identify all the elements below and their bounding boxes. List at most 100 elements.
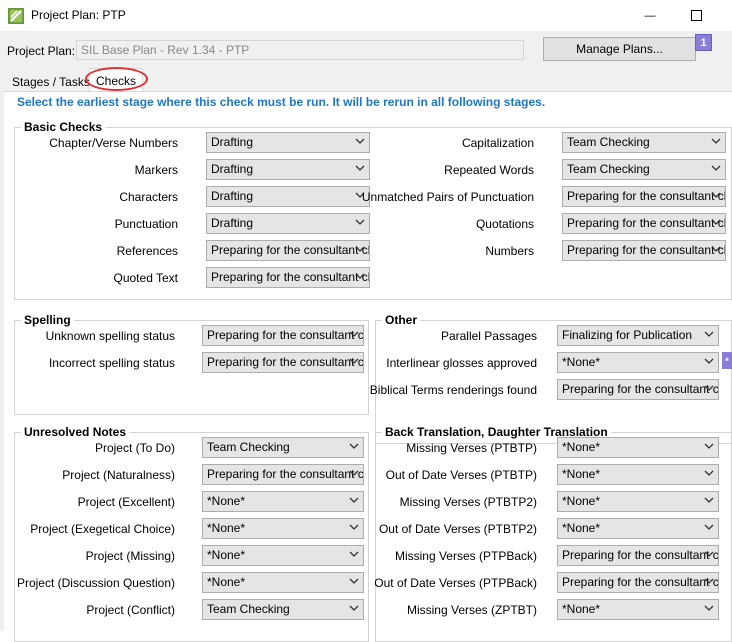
stage-dropdown-value: Preparing for the consultant c: [562, 382, 719, 396]
check-label: Characters: [119, 190, 178, 204]
minimize-icon: —: [644, 9, 656, 22]
chevron-down-icon: [349, 443, 359, 449]
maximize-button[interactable]: [673, 0, 719, 31]
chevron-down-icon: [704, 605, 714, 611]
stage-dropdown-value: *None*: [562, 602, 601, 616]
project-plan-label: Project Plan:: [7, 44, 76, 58]
chevron-down-icon: [704, 470, 714, 476]
check-label: Project (Missing): [85, 549, 175, 563]
stage-dropdown[interactable]: *None*: [202, 491, 364, 512]
stage-dropdown-value: Team Checking: [567, 135, 650, 149]
check-label: Project (Naturalness): [62, 468, 175, 482]
stage-dropdown[interactable]: Team Checking: [562, 159, 726, 180]
stage-dropdown[interactable]: *None*: [557, 599, 719, 620]
stage-dropdown-value: Finalizing for Publication: [562, 328, 693, 342]
stage-dropdown[interactable]: Team Checking: [202, 599, 364, 620]
stage-dropdown-value: *None*: [562, 467, 601, 481]
stage-dropdown[interactable]: Preparing for the consultant c: [202, 352, 364, 373]
check-label: Markers: [134, 163, 178, 177]
stage-dropdown-value: Drafting: [211, 189, 254, 203]
chevron-down-icon: [711, 192, 721, 198]
check-label: Capitalization: [461, 136, 534, 150]
stage-dropdown-value: Drafting: [211, 135, 254, 149]
project-plan-icon: [8, 8, 24, 24]
chevron-down-icon: [704, 331, 714, 337]
stage-dropdown-value: *None*: [562, 355, 601, 369]
chevron-down-icon: [349, 524, 359, 530]
checks-panel: Select the earliest stage where this che…: [4, 91, 732, 642]
chevron-down-icon: [349, 551, 359, 557]
check-label: Out of Date Verses (PTPBack): [374, 576, 537, 590]
chevron-down-icon: [355, 246, 365, 252]
tab-stages-tasks[interactable]: Stages / Tasks: [8, 72, 94, 92]
stage-dropdown[interactable]: *None*: [202, 518, 364, 539]
stage-dropdown[interactable]: Preparing for the consultant cl: [206, 240, 370, 261]
spelling-title: Spelling: [21, 313, 74, 327]
chevron-down-icon: [711, 219, 721, 225]
check-label: Repeated Words: [444, 163, 534, 177]
stage-dropdown[interactable]: *None*: [202, 545, 364, 566]
stage-dropdown[interactable]: *None*: [557, 437, 719, 458]
stage-dropdown[interactable]: Preparing for the consultant cl: [206, 267, 370, 288]
minimize-button[interactable]: —: [627, 0, 673, 31]
stage-dropdown[interactable]: Preparing for the consultant c: [557, 572, 719, 593]
check-label: Out of Date Verses (PTBTP2): [378, 522, 537, 536]
check-label: Incorrect spelling status: [48, 356, 175, 370]
stage-dropdown[interactable]: Drafting: [206, 186, 370, 207]
stage-dropdown[interactable]: Preparing for the consultant cl: [562, 213, 726, 234]
check-label: Project (Conflict): [86, 603, 175, 617]
chevron-down-icon: [704, 497, 714, 503]
check-label: Unknown spelling status: [45, 329, 175, 343]
chevron-down-icon: [349, 497, 359, 503]
stage-dropdown-value: Drafting: [211, 162, 254, 176]
stage-dropdown[interactable]: *None*: [557, 491, 719, 512]
stage-dropdown-value: Preparing for the consultant c: [562, 575, 719, 589]
manage-plans-button[interactable]: Manage Plans...: [543, 37, 696, 61]
stage-dropdown-value: Preparing for the consultant cl: [211, 243, 370, 257]
chevron-down-icon: [704, 551, 714, 557]
chevron-down-icon: [704, 524, 714, 530]
stage-dropdown-value: *None*: [207, 521, 246, 535]
stage-dropdown[interactable]: Preparing for the consultant cl: [562, 186, 726, 207]
stage-dropdown[interactable]: Drafting: [206, 213, 370, 234]
stage-dropdown[interactable]: *None*: [557, 352, 719, 373]
stage-dropdown[interactable]: *None*: [557, 518, 719, 539]
stage-dropdown[interactable]: Preparing for the consultant c: [202, 464, 364, 485]
stage-dropdown[interactable]: Team Checking: [562, 132, 726, 153]
stage-dropdown-value: Team Checking: [207, 602, 290, 616]
stage-dropdown[interactable]: Finalizing for Publication: [557, 325, 719, 346]
instruction-text: Select the earliest stage where this che…: [17, 95, 546, 109]
chevron-down-icon: [711, 246, 721, 252]
stage-dropdown-value: *None*: [562, 521, 601, 535]
stage-dropdown-value: *None*: [207, 494, 246, 508]
check-label: Missing Verses (PTBTP): [406, 441, 537, 455]
chevron-down-icon: [711, 138, 721, 144]
check-label: Project (Excellent): [77, 495, 175, 509]
stage-dropdown[interactable]: Preparing for the consultant c: [557, 545, 719, 566]
stage-dropdown[interactable]: Preparing for the consultant cl: [562, 240, 726, 261]
stage-dropdown[interactable]: Drafting: [206, 159, 370, 180]
stage-dropdown[interactable]: Preparing for the consultant c: [202, 325, 364, 346]
stage-dropdown[interactable]: Team Checking: [202, 437, 364, 458]
basic-checks-group: Basic Checks Chapter/Verse Numbers Drafti…: [14, 120, 732, 300]
stage-dropdown[interactable]: *None*: [557, 464, 719, 485]
stage-dropdown-value: Team Checking: [567, 162, 650, 176]
check-label: Quoted Text: [113, 271, 179, 285]
chevron-down-icon: [355, 165, 365, 171]
stage-dropdown-value: Preparing for the consultant c: [207, 355, 364, 369]
stage-dropdown-value: Preparing for the consultant cl: [567, 216, 726, 230]
back-translation-group: Back Translation, Daughter Translation M…: [374, 425, 732, 642]
stage-dropdown[interactable]: *None*: [202, 572, 364, 593]
maximize-icon: [690, 10, 702, 21]
chevron-down-icon: [349, 470, 359, 476]
check-label: Project (Exegetical Choice): [30, 522, 175, 536]
stage-dropdown[interactable]: Preparing for the consultant c: [557, 379, 719, 400]
stage-dropdown-value: *None*: [562, 494, 601, 508]
stage-dropdown-value: Preparing for the consultant cl: [211, 270, 370, 284]
stage-dropdown-value: Preparing for the consultant cl: [567, 243, 726, 257]
dialog-body: Project Plan: SIL Base Plan - Rev 1.34 -…: [0, 31, 732, 642]
stage-dropdown-value: Preparing for the consultant c: [207, 467, 364, 481]
stage-dropdown-value: Drafting: [211, 216, 254, 230]
stage-dropdown[interactable]: Drafting: [206, 132, 370, 153]
check-label: Unmatched Pairs of Punctuation: [361, 190, 534, 204]
